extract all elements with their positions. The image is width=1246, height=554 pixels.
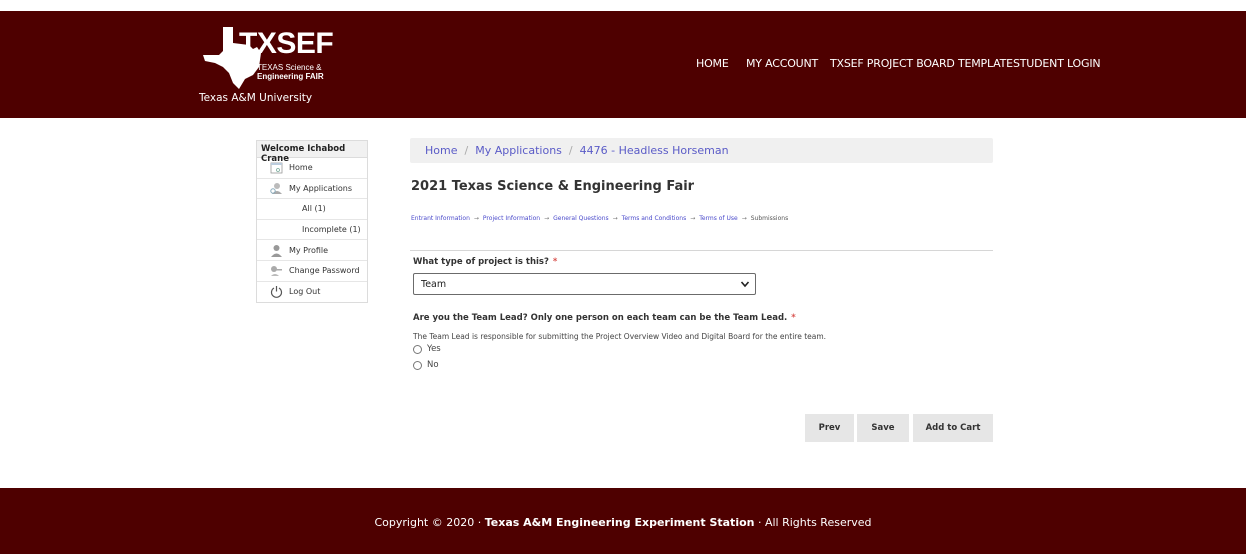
sidebar-welcome: Welcome Ichabod Crane (257, 141, 367, 164)
project-type-select[interactable]: Team (413, 273, 756, 295)
select-value: Team (421, 278, 447, 290)
step-entrant-information[interactable]: Entrant Information (411, 215, 470, 222)
breadcrumb-separator: / (464, 144, 469, 157)
user-search-icon (269, 181, 283, 195)
breadcrumb-home[interactable]: Home (425, 144, 457, 157)
nav-home[interactable]: HOME (696, 57, 729, 70)
sidebar-item-log-out[interactable]: Log Out (257, 282, 367, 303)
step-submissions: Submissions (750, 215, 789, 222)
copyright-org: Texas A&M Engineering Experiment Station (484, 516, 755, 529)
application-steps: Entrant Information → Project Information →… (411, 215, 788, 222)
step-terms-and-conditions[interactable]: Terms and Conditions (622, 215, 687, 222)
step-project-information[interactable]: Project Information (483, 215, 540, 222)
step-terms-of-use[interactable]: Terms of Use (699, 215, 737, 222)
sidebar-item-label: My Applications (289, 183, 353, 193)
prev-button[interactable]: Prev (805, 414, 854, 442)
question-text: What type of project is this? (413, 257, 549, 267)
team-lead-label: Are you the Team Lead? Only one person o… (413, 313, 796, 323)
logo-text-main: TXSEF (239, 27, 334, 60)
step-arrow-icon: → (473, 215, 479, 222)
section-divider (410, 250, 993, 251)
sidebar-item-incomplete[interactable]: Incomplete (1) (257, 220, 367, 241)
sidebar-item-all[interactable]: All (1) (257, 199, 367, 220)
page-title: 2021 Texas Science & Engineering Fair (411, 179, 695, 194)
nav-student-login[interactable]: STUDENT LOGIN (1013, 57, 1101, 70)
radio-label: Yes (427, 344, 441, 354)
sidebar-item-change-password[interactable]: Change Password (257, 261, 367, 282)
sidebar-item-label: Log Out (289, 287, 321, 297)
sidebar-item-home[interactable]: Home (257, 158, 367, 179)
sidebar-item-label: All (1) (302, 204, 326, 214)
breadcrumb: Home / My Applications / 4476 - Headless… (410, 138, 993, 163)
breadcrumb-current-application[interactable]: 4476 - Headless Horseman (580, 144, 729, 157)
save-button[interactable]: Save (857, 414, 909, 442)
txsef-logo[interactable]: TXSEF TEXAS Science & Engineering FAIR (199, 23, 339, 93)
team-lead-help-text: The Team Lead is responsible for submitt… (413, 332, 827, 341)
copyright-text: Copyright © 2020 · Texas A&M Engineering… (0, 516, 1246, 529)
logo-line-2: Engineering FAIR (257, 72, 324, 81)
radio-no[interactable]: No (413, 360, 439, 370)
radio-yes[interactable]: Yes (413, 344, 441, 354)
question-text: Are you the Team Lead? Only one person o… (413, 313, 788, 323)
add-to-cart-button[interactable]: Add to Cart (913, 414, 993, 442)
step-arrow-icon: → (544, 215, 550, 222)
project-type-label: What type of project is this? * (413, 257, 557, 267)
sidebar-item-label: Home (289, 163, 313, 173)
nav-project-board-template[interactable]: TXSEF PROJECT BOARD TEMPLATE (830, 57, 1013, 70)
power-icon (269, 285, 283, 299)
nav-my-account[interactable]: MY ACCOUNT (746, 57, 818, 70)
sidebar-item-label: Change Password (289, 266, 360, 276)
logo-line-1: TEXAS Science & (257, 63, 322, 72)
required-marker: * (791, 313, 796, 323)
step-arrow-icon: → (612, 215, 618, 222)
sidebar-item-my-profile[interactable]: My Profile (257, 240, 367, 261)
home-page-icon (269, 161, 283, 175)
university-label: Texas A&M University (199, 92, 313, 104)
profile-icon (269, 243, 283, 257)
radio-circle[interactable] (413, 344, 422, 354)
step-general-questions[interactable]: General Questions (553, 215, 609, 222)
copyright-prefix: Copyright © 2020 · (374, 516, 485, 529)
breadcrumb-separator: / (568, 144, 573, 157)
site-footer: Copyright © 2020 · Texas A&M Engineering… (0, 488, 1246, 554)
copyright-suffix: · All Rights Reserved (754, 516, 872, 529)
site-header: TXSEF TEXAS Science & Engineering FAIR T… (0, 11, 1246, 118)
step-arrow-icon: → (690, 215, 696, 222)
sidebar: Welcome Ichabod Crane Home My Applicatio… (256, 140, 368, 304)
key-icon (269, 264, 283, 278)
radio-circle[interactable] (413, 360, 422, 370)
sidebar-item-my-applications[interactable]: My Applications (257, 179, 367, 200)
sidebar-item-label: My Profile (289, 245, 329, 255)
step-arrow-icon: → (741, 215, 747, 222)
radio-label: No (427, 360, 439, 370)
required-marker: * (552, 257, 558, 267)
breadcrumb-my-applications[interactable]: My Applications (475, 144, 562, 157)
chevron-down-icon (740, 279, 750, 292)
sidebar-item-label: Incomplete (1) (302, 225, 361, 235)
